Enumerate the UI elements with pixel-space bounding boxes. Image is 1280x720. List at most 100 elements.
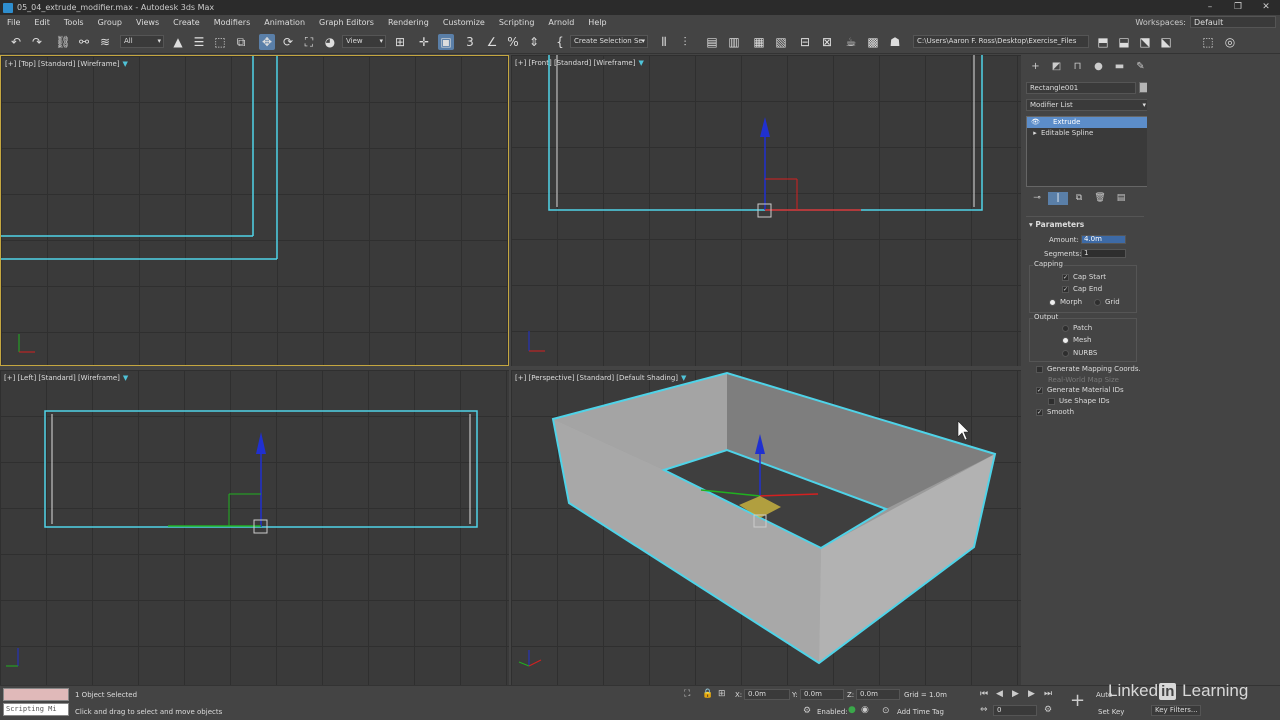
parameters-header[interactable]: ▾ Parameters — [1026, 217, 1144, 229]
menu-group[interactable]: Group — [91, 15, 129, 30]
next-frame-icon[interactable]: ▶ — [1028, 689, 1035, 699]
project-folder-field[interactable]: C:\Users\Aaron F. Ross\Desktop\Exercise_… — [913, 35, 1089, 48]
object-name-field[interactable]: Rectangle001 — [1026, 82, 1136, 94]
z-coord-field[interactable]: 0.0m — [856, 689, 900, 700]
mesh-radio[interactable]: Mesh — [1062, 336, 1091, 344]
current-frame-field[interactable]: 0 — [993, 705, 1037, 716]
morph-radio[interactable]: Morph — [1049, 298, 1082, 306]
menu-scripting[interactable]: Scripting — [492, 15, 542, 30]
menu-rendering[interactable]: Rendering — [381, 15, 436, 30]
open-folder-icon[interactable]: ⬓ — [1116, 34, 1132, 50]
select-and-move-icon[interactable]: ✥ — [259, 34, 275, 50]
stack-item-extrude[interactable]: 👁 Extrude — [1027, 117, 1151, 128]
real-world-checkbox[interactable]: Real-World Map Size — [1048, 376, 1119, 384]
add-time-tag[interactable]: Add Time Tag — [897, 708, 944, 716]
mirror-icon[interactable]: ⫴ — [656, 34, 672, 50]
patch-radio[interactable]: Patch — [1062, 324, 1092, 332]
sign-in-icon[interactable]: ◎ — [1222, 34, 1238, 50]
cap-start-checkbox[interactable]: ✓ Cap Start — [1062, 273, 1106, 281]
enabled-toggle-icon[interactable]: ● — [848, 705, 856, 715]
gen-material-ids-checkbox[interactable]: ✓ Generate Material IDs — [1036, 386, 1124, 394]
curve-editor-icon[interactable]: ▧ — [773, 34, 789, 50]
select-and-scale-icon[interactable]: ⛶ — [301, 34, 317, 50]
remove-modifier-icon[interactable]: 🗑 — [1090, 192, 1110, 205]
modify-tab-icon[interactable]: ◩ — [1046, 61, 1067, 72]
go-to-start-icon[interactable]: ⏮ — [980, 689, 988, 699]
menu-edit[interactable]: Edit — [27, 15, 57, 30]
maximize-button[interactable]: ❐ — [1224, 0, 1252, 15]
edit-named-sets-icon[interactable]: { — [552, 34, 568, 50]
menu-help[interactable]: Help — [581, 15, 613, 30]
make-unique-icon[interactable]: ⧉ — [1069, 192, 1089, 205]
close-button[interactable]: ✕ — [1252, 0, 1280, 15]
material-editor-icon[interactable]: ⊠ — [819, 34, 835, 50]
ribbon-icon[interactable]: ▦ — [751, 34, 767, 50]
show-end-result-icon[interactable]: | — [1048, 192, 1068, 205]
link-icon[interactable]: ⛓ — [55, 34, 71, 50]
display-tab-icon[interactable]: ▬ — [1109, 61, 1130, 72]
angle-snap-icon[interactable]: ∠ — [484, 34, 500, 50]
project-folder-icon[interactable]: ⬒ — [1095, 34, 1111, 50]
selection-lock-icon[interactable]: 🔒 — [702, 689, 713, 699]
absolute-mode-icon[interactable]: ⊞ — [718, 689, 726, 699]
reference-coord-dropdown[interactable]: View ▾ — [342, 35, 386, 48]
align-icon[interactable]: ⫶ — [677, 34, 693, 50]
maxscript-listener-input[interactable] — [3, 688, 69, 701]
isolate-selection-icon[interactable]: ⛶ — [684, 689, 690, 699]
rect-selection-icon[interactable]: ⬚ — [212, 34, 228, 50]
add-time-tag-icon[interactable]: ⊙ — [882, 706, 890, 716]
menu-graph-editors[interactable]: Graph Editors — [312, 15, 381, 30]
rendered-frame-icon[interactable]: ▩ — [865, 34, 881, 50]
grid-radio[interactable]: Grid — [1094, 298, 1120, 306]
manipulate-icon[interactable]: ✛ — [416, 34, 432, 50]
viewport-perspective[interactable]: [+] [Perspective] [Standard] [Default Sh… — [511, 370, 1021, 685]
menu-create[interactable]: Create — [166, 15, 207, 30]
place-icon[interactable]: ◕ — [322, 34, 338, 50]
create-tab-icon[interactable]: + — [1025, 61, 1046, 72]
go-to-end-icon[interactable]: ⏭ — [1044, 689, 1052, 699]
bind-spacewarp-icon[interactable]: ≋ — [97, 34, 113, 50]
menu-modifiers[interactable]: Modifiers — [207, 15, 258, 30]
amount-spinner[interactable]: 4.0m — [1081, 235, 1126, 244]
scene-explorer-icon[interactable]: ▤ — [704, 34, 720, 50]
workspaces-dropdown[interactable]: Default — [1190, 16, 1276, 28]
selection-filter-dropdown[interactable]: All ▾ — [120, 35, 164, 48]
stack-item-editable-spline[interactable]: ▸ Editable Spline — [1027, 128, 1151, 139]
key-filters-button[interactable]: Key Filters... — [1151, 705, 1201, 716]
percent-snap-icon[interactable]: % — [505, 34, 521, 50]
configure-sets-icon[interactable]: ▤ — [1111, 192, 1131, 205]
x-coord-field[interactable]: 0.0m — [744, 689, 790, 700]
motion-tab-icon[interactable]: ● — [1088, 61, 1109, 72]
set-key-big-icon[interactable]: + — [1070, 690, 1085, 711]
modifier-list-dropdown[interactable]: Modifier List ▾ — [1026, 99, 1150, 111]
select-and-rotate-icon[interactable]: ⟳ — [280, 34, 296, 50]
undo-icon[interactable]: ↶ — [8, 34, 24, 50]
previous-frame-icon[interactable]: ◀ — [996, 689, 1003, 699]
menu-arnold[interactable]: Arnold — [541, 15, 581, 30]
gen-mapping-checkbox[interactable]: Generate Mapping Coords. — [1036, 365, 1141, 373]
project-settings-icon[interactable]: ⬕ — [1158, 34, 1174, 50]
menu-customize[interactable]: Customize — [436, 15, 492, 30]
nurbs-radio[interactable]: NURBS — [1062, 349, 1097, 357]
time-tag-icon[interactable]: ◉ — [861, 705, 869, 715]
snaps-toggle-icon[interactable]: 3 — [462, 34, 478, 50]
eye-icon[interactable]: 👁 — [1031, 117, 1053, 128]
render-setup-icon[interactable]: ☕ — [843, 34, 859, 50]
viewport-top[interactable]: [+] [Top] [Standard] [Wireframe] ▼ — [0, 55, 509, 366]
schematic-view-icon[interactable]: ⊟ — [797, 34, 813, 50]
play-icon[interactable]: ▶ — [1012, 689, 1019, 699]
set-project-icon[interactable]: ⬔ — [1137, 34, 1153, 50]
key-mode-icon[interactable]: ⇔ — [980, 705, 988, 715]
viewport-front[interactable]: [+] [Front] [Standard] [Wireframe] ▼ — [511, 55, 1021, 366]
render-production-icon[interactable]: ☗ — [887, 34, 903, 50]
selection-set-dropdown[interactable]: Create Selection Se ▾ — [570, 35, 648, 48]
adaptive-degradation-icon[interactable]: ⚙ — [803, 706, 811, 716]
unlink-icon[interactable]: ⚯ — [76, 34, 92, 50]
smooth-checkbox[interactable]: ✓ Smooth — [1036, 408, 1074, 416]
window-crossing-icon[interactable]: ⧉ — [233, 34, 249, 50]
menu-animation[interactable]: Animation — [257, 15, 312, 30]
maxscript-mini-listener[interactable]: Scripting Mi — [3, 703, 69, 716]
spinner-snap-icon[interactable]: ⇕ — [526, 34, 542, 50]
pin-stack-icon[interactable]: ⊸ — [1027, 192, 1047, 205]
hierarchy-tab-icon[interactable]: ⊓ — [1067, 61, 1088, 72]
